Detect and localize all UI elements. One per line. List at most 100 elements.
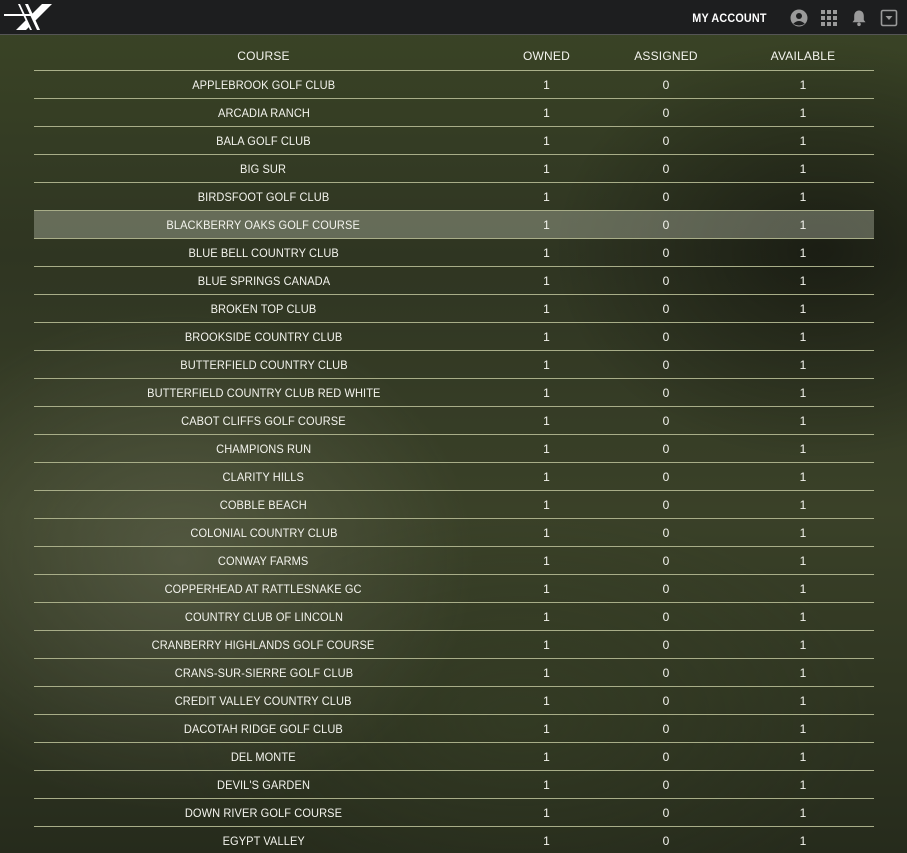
- owned-cell: 1: [493, 322, 600, 351]
- table-row[interactable]: CONWAY FARMS 1 0 1: [34, 546, 874, 575]
- table-row[interactable]: BUTTERFIELD COUNTRY CLUB 1 0 1: [34, 350, 874, 379]
- table-row[interactable]: COUNTRY CLUB OF LINCOLN 1 0 1: [34, 602, 874, 631]
- owned-cell: 1: [493, 770, 600, 799]
- course-name: EGYPT VALLEY: [222, 833, 305, 848]
- available-cell: 1: [732, 798, 874, 827]
- assigned-cell: 0: [600, 490, 732, 519]
- owned-cell: 1: [493, 518, 600, 547]
- course-name: DACOTAH RIDGE GOLF CLUB: [184, 721, 343, 736]
- assigned-cell: 0: [600, 714, 732, 743]
- table-row[interactable]: BLUE SPRINGS CANADA 1 0 1: [34, 266, 874, 295]
- fsx-x-logo-icon: [0, 4, 52, 30]
- table-row[interactable]: BIRDSFOOT GOLF CLUB 1 0 1: [34, 182, 874, 211]
- course-cell: BLUE BELL COUNTRY CLUB: [34, 238, 493, 267]
- table-row[interactable]: BIG SUR 1 0 1: [34, 154, 874, 183]
- table-row[interactable]: CLARITY HILLS 1 0 1: [34, 462, 874, 491]
- my-account-link[interactable]: MY ACCOUNT: [693, 11, 767, 25]
- column-header-owned[interactable]: OWNED: [493, 42, 600, 71]
- course-licenses-table: COURSE OWNED ASSIGNED AVAILABLE APPLEBRO…: [34, 42, 874, 853]
- table-row[interactable]: BLACKBERRY OAKS GOLF COURSE 1 0 1: [34, 210, 874, 239]
- column-header-assigned[interactable]: ASSIGNED: [600, 42, 732, 71]
- course-cell: CRANS-SUR-SIERRE GOLF CLUB: [34, 658, 493, 687]
- table-row[interactable]: CRANBERRY HIGHLANDS GOLF COURSE 1 0 1: [34, 630, 874, 659]
- course-cell: CREDIT VALLEY COUNTRY CLUB: [34, 686, 493, 715]
- course-cell: CLARITY HILLS: [34, 462, 493, 491]
- table-row[interactable]: DEVIL'S GARDEN 1 0 1: [34, 770, 874, 799]
- course-name: CABOT CLIFFS GOLF COURSE: [181, 413, 346, 428]
- table-row[interactable]: COPPERHEAD AT RATTLESNAKE GC 1 0 1: [34, 574, 874, 603]
- dropdown-box-icon[interactable]: [879, 8, 899, 28]
- available-cell: 1: [732, 210, 874, 239]
- course-cell: BLACKBERRY OAKS GOLF COURSE: [34, 210, 493, 239]
- fsx-live-logo[interactable]: [0, 2, 84, 32]
- course-cell: BUTTERFIELD COUNTRY CLUB RED WHITE: [34, 378, 493, 407]
- assigned-cell: 0: [600, 322, 732, 351]
- assigned-cell: 0: [600, 126, 732, 155]
- course-cell: BROKEN TOP CLUB: [34, 294, 493, 323]
- course-name: CRANBERRY HIGHLANDS GOLF COURSE: [152, 637, 375, 652]
- owned-cell: 1: [493, 434, 600, 463]
- table-row[interactable]: BLUE BELL COUNTRY CLUB 1 0 1: [34, 238, 874, 267]
- course-name: CONWAY FARMS: [218, 553, 309, 568]
- available-cell: 1: [732, 98, 874, 127]
- course-name: BIG SUR: [240, 161, 287, 176]
- table-row[interactable]: EGYPT VALLEY 1 0 1: [34, 826, 874, 853]
- table-row[interactable]: CREDIT VALLEY COUNTRY CLUB 1 0 1: [34, 686, 874, 715]
- table-row[interactable]: BROOKSIDE COUNTRY CLUB 1 0 1: [34, 322, 874, 351]
- available-cell: 1: [732, 462, 874, 491]
- owned-cell: 1: [493, 294, 600, 323]
- owned-cell: 1: [493, 70, 600, 99]
- course-name: DOWN RIVER GOLF COURSE: [184, 805, 343, 820]
- course-cell: CONWAY FARMS: [34, 546, 493, 575]
- course-name: ARCADIA RANCH: [217, 105, 310, 120]
- course-cell: ARCADIA RANCH: [34, 98, 493, 127]
- available-cell: 1: [732, 294, 874, 323]
- assigned-cell: 0: [600, 770, 732, 799]
- owned-cell: 1: [493, 742, 600, 771]
- table-row[interactable]: DOWN RIVER GOLF COURSE 1 0 1: [34, 798, 874, 827]
- owned-cell: 1: [493, 98, 600, 127]
- course-name: BUTTERFIELD COUNTRY CLUB: [179, 357, 348, 372]
- course-cell: CRANBERRY HIGHLANDS GOLF COURSE: [34, 630, 493, 659]
- table-row[interactable]: COLONIAL COUNTRY CLUB 1 0 1: [34, 518, 874, 547]
- table-row[interactable]: DEL MONTE 1 0 1: [34, 742, 874, 771]
- table-row[interactable]: DACOTAH RIDGE GOLF CLUB 1 0 1: [34, 714, 874, 743]
- available-cell: 1: [732, 378, 874, 407]
- assigned-cell: 0: [600, 546, 732, 575]
- available-cell: 1: [732, 602, 874, 631]
- table-row[interactable]: BALA GOLF CLUB 1 0 1: [34, 126, 874, 155]
- bell-icon[interactable]: [849, 8, 869, 28]
- table-row[interactable]: ARCADIA RANCH 1 0 1: [34, 98, 874, 127]
- table-row[interactable]: APPLEBROOK GOLF CLUB 1 0 1: [34, 70, 874, 99]
- course-name: BUTTERFIELD COUNTRY CLUB RED WHITE: [146, 385, 381, 400]
- course-name: BROOKSIDE COUNTRY CLUB: [184, 329, 343, 344]
- available-cell: 1: [732, 714, 874, 743]
- owned-cell: 1: [493, 714, 600, 743]
- account-circle-icon[interactable]: [789, 8, 809, 28]
- owned-cell: 1: [493, 126, 600, 155]
- assigned-cell: 0: [600, 826, 732, 853]
- assigned-cell: 0: [600, 378, 732, 407]
- course-cell: BLUE SPRINGS CANADA: [34, 266, 493, 295]
- course-cell: DACOTAH RIDGE GOLF CLUB: [34, 714, 493, 743]
- assigned-cell: 0: [600, 238, 732, 267]
- table-row[interactable]: BROKEN TOP CLUB 1 0 1: [34, 294, 874, 323]
- available-cell: 1: [732, 686, 874, 715]
- available-cell: 1: [732, 350, 874, 379]
- available-cell: 1: [732, 742, 874, 771]
- owned-cell: 1: [493, 210, 600, 239]
- available-cell: 1: [732, 490, 874, 519]
- course-name: BLUE SPRINGS CANADA: [197, 273, 330, 288]
- available-cell: 1: [732, 826, 874, 853]
- table-row[interactable]: CHAMPIONS RUN 1 0 1: [34, 434, 874, 463]
- table-row[interactable]: CABOT CLIFFS GOLF COURSE 1 0 1: [34, 406, 874, 435]
- table-row[interactable]: COBBLE BEACH 1 0 1: [34, 490, 874, 519]
- apps-grid-icon[interactable]: [819, 8, 839, 28]
- owned-cell: 1: [493, 826, 600, 853]
- table-row[interactable]: CRANS-SUR-SIERRE GOLF CLUB 1 0 1: [34, 658, 874, 687]
- column-header-course[interactable]: COURSE: [34, 42, 493, 71]
- table-row[interactable]: BUTTERFIELD COUNTRY CLUB RED WHITE 1 0 1: [34, 378, 874, 407]
- column-header-available[interactable]: AVAILABLE: [732, 42, 874, 71]
- owned-cell: 1: [493, 406, 600, 435]
- owned-cell: 1: [493, 630, 600, 659]
